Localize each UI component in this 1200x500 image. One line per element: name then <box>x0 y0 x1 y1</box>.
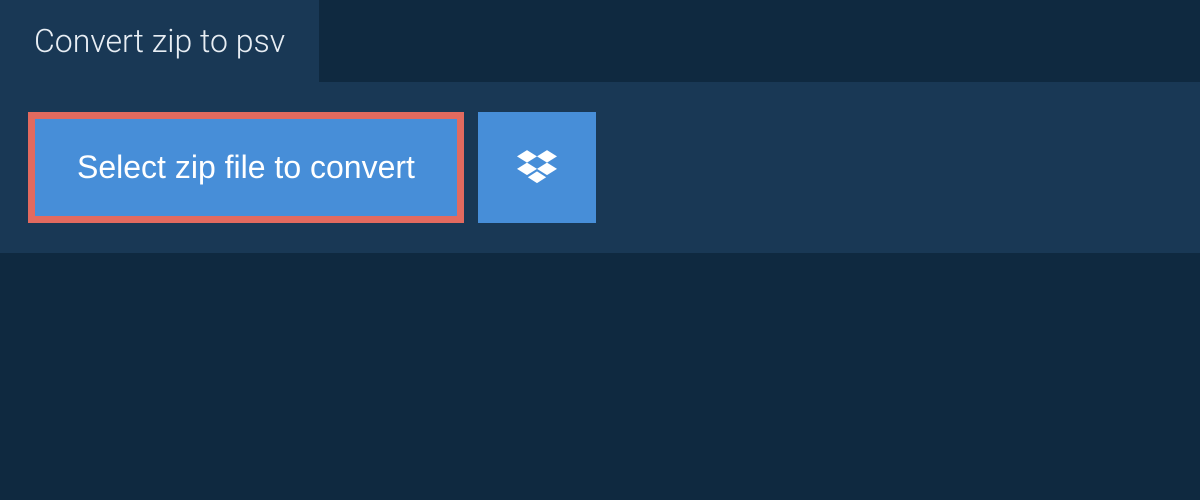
select-file-label: Select zip file to convert <box>77 149 415 185</box>
conversion-panel: Select zip file to convert <box>0 82 1200 253</box>
tab-convert[interactable]: Convert zip to psv <box>0 0 319 82</box>
dropbox-button[interactable] <box>478 112 596 223</box>
button-row: Select zip file to convert <box>28 112 1170 223</box>
dropbox-icon <box>517 146 557 189</box>
tab-label: Convert zip to psv <box>34 22 285 60</box>
select-file-highlight: Select zip file to convert <box>28 112 464 223</box>
select-file-button[interactable]: Select zip file to convert <box>35 119 457 216</box>
